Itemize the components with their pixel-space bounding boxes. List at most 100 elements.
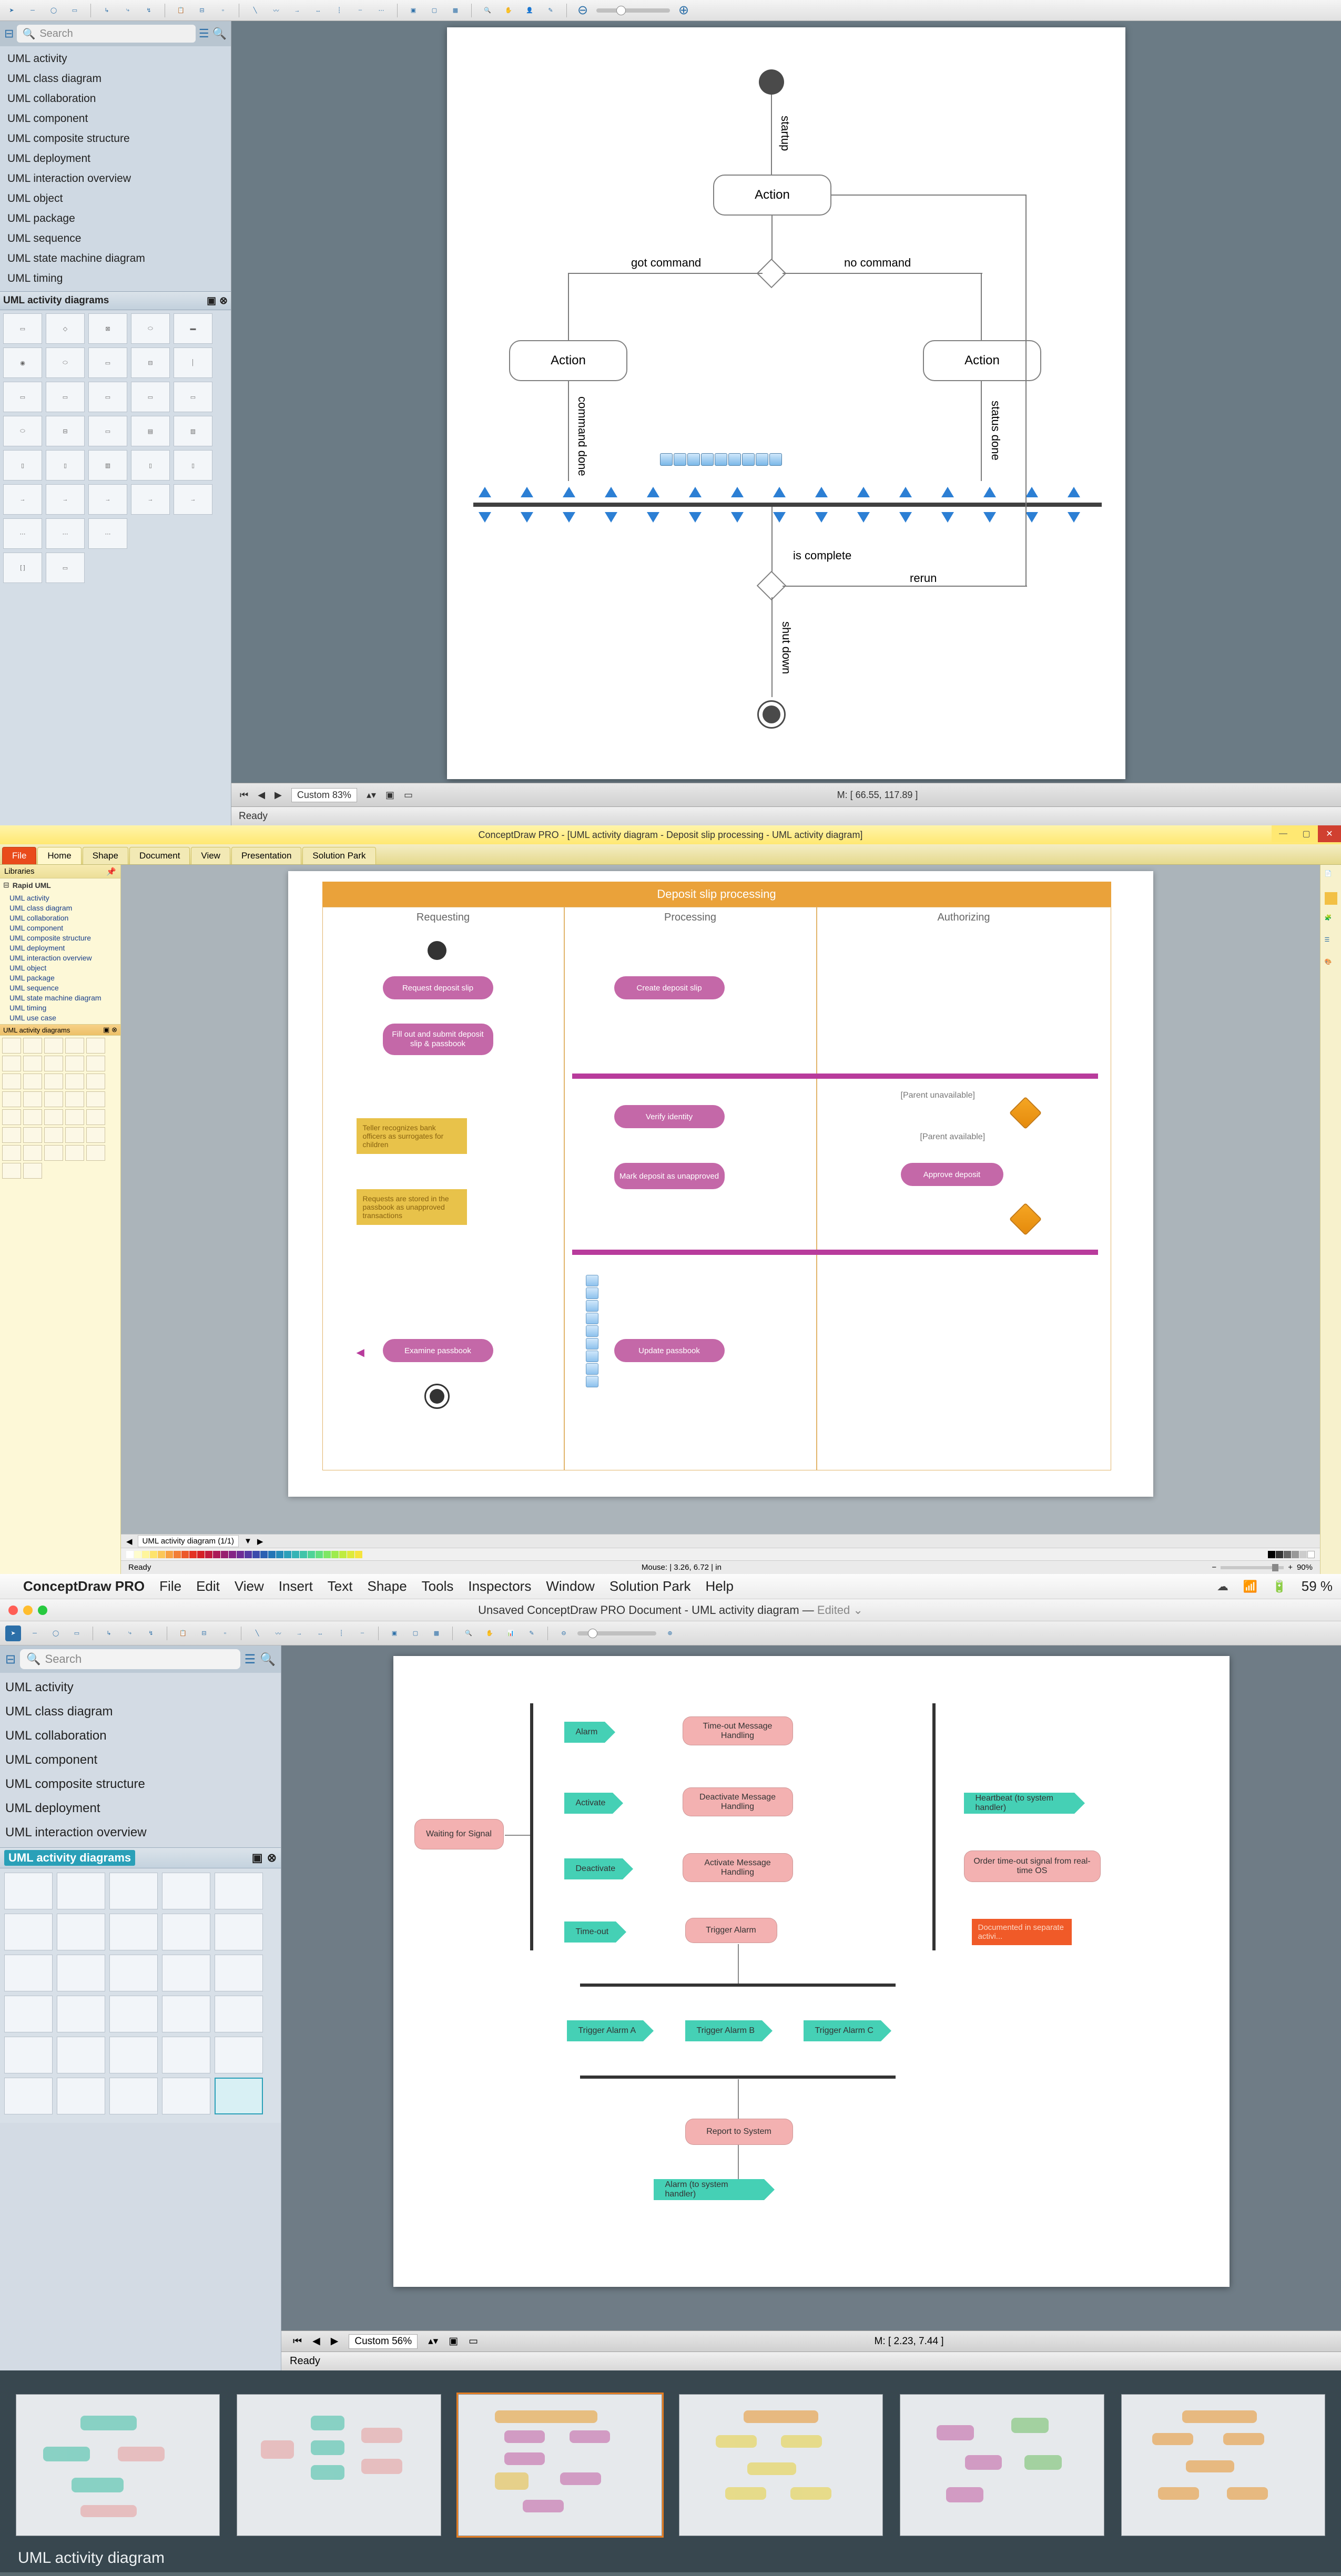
layers-icon[interactable]: ☰ xyxy=(1325,936,1337,949)
swatch[interactable] xyxy=(268,1551,276,1558)
search-input[interactable]: 🔍 Search xyxy=(17,25,195,43)
close-icon[interactable]: ⊗ xyxy=(111,1026,117,1034)
action-node[interactable]: Action xyxy=(713,175,831,216)
note[interactable]: Requests are stored in the passbook as u… xyxy=(357,1189,467,1225)
swatch[interactable] xyxy=(221,1551,228,1558)
stencil[interactable] xyxy=(215,1914,263,1950)
page-icon[interactable]: ▫ xyxy=(218,1626,232,1641)
menu-help[interactable]: Help xyxy=(705,1578,733,1594)
stencil[interactable] xyxy=(57,1873,105,1909)
stencil[interactable]: ⋯ xyxy=(3,518,42,549)
stencil[interactable] xyxy=(23,1109,42,1125)
activity[interactable]: Report to System xyxy=(685,2119,793,2145)
activity[interactable]: Deactivate Message Handling xyxy=(683,1787,793,1816)
zoom-out-icon[interactable]: − xyxy=(1212,1563,1216,1572)
arrow-icon[interactable]: → xyxy=(290,3,304,18)
signal[interactable]: Alarm (to system handler) xyxy=(654,2179,775,2200)
stencil[interactable]: ▯ xyxy=(174,450,212,481)
stencil[interactable] xyxy=(86,1056,105,1071)
connector-b-icon[interactable]: ⤷ xyxy=(123,1626,137,1641)
swatch[interactable] xyxy=(174,1551,181,1558)
connector-b-icon[interactable]: ⤷ xyxy=(120,3,135,18)
stepper-icon[interactable]: ▴▾ xyxy=(428,2335,438,2347)
lib-item[interactable]: UML composite structure xyxy=(9,934,118,942)
next-tab-icon[interactable]: ▶ xyxy=(257,1537,263,1546)
hand-icon[interactable]: ✋ xyxy=(501,3,516,18)
wifi-icon[interactable]: 📶 xyxy=(1243,1580,1257,1593)
stencil[interactable]: → xyxy=(46,484,85,515)
note[interactable]: Documented in separate activi... xyxy=(972,1919,1072,1945)
lib-item[interactable]: UML sequence xyxy=(3,231,228,246)
signal[interactable]: Activate xyxy=(564,1793,624,1814)
stencil[interactable] xyxy=(86,1145,105,1161)
align-v-icon[interactable]: ┆ xyxy=(334,1626,349,1641)
stencil[interactable] xyxy=(86,1091,105,1107)
stencil[interactable] xyxy=(109,2078,158,2114)
ellipse-tool[interactable]: ◯ xyxy=(48,1626,63,1641)
stencil[interactable] xyxy=(2,1074,21,1089)
swatch[interactable] xyxy=(316,1551,323,1558)
swatch[interactable] xyxy=(1268,1551,1275,1558)
drawing-page[interactable]: Waiting for Signal Alarm Activate Deacti… xyxy=(393,1656,1230,2287)
stencil[interactable]: ⬭ xyxy=(3,416,42,446)
arrow-icon[interactable]: → xyxy=(292,1626,307,1641)
lib-item[interactable]: UML class diagram xyxy=(5,1704,276,1719)
stencil[interactable]: ▭ xyxy=(46,553,85,583)
fit-page-icon[interactable]: ▣ xyxy=(385,790,394,801)
stencil[interactable] xyxy=(4,2037,53,2073)
expand-icon[interactable]: ▣ xyxy=(103,1026,109,1034)
menu-shape[interactable]: Shape xyxy=(367,1578,407,1594)
connector-a-icon[interactable]: ↳ xyxy=(101,1626,116,1641)
stencil[interactable] xyxy=(44,1145,63,1161)
lib-item[interactable]: UML package xyxy=(3,211,228,226)
lib-item[interactable]: UML activity xyxy=(5,1680,276,1695)
menu-tools[interactable]: Tools xyxy=(422,1578,454,1594)
swatch[interactable] xyxy=(181,1551,189,1558)
inspector-icon[interactable]: 🧩 xyxy=(1325,914,1337,927)
swatch[interactable] xyxy=(197,1551,205,1558)
signal[interactable]: Heartbeat (to system handler) xyxy=(964,1793,1085,1814)
stencil[interactable] xyxy=(86,1127,105,1143)
stencil[interactable] xyxy=(65,1074,84,1089)
tree-icon[interactable]: ⊟ xyxy=(197,1626,211,1641)
swatch[interactable] xyxy=(331,1551,339,1558)
stencil[interactable] xyxy=(44,1056,63,1071)
stencil[interactable] xyxy=(44,1091,63,1107)
prev-page-icon[interactable]: ◀ xyxy=(312,2335,320,2347)
stencil[interactable] xyxy=(2,1109,21,1125)
ungroup-icon[interactable]: ▢ xyxy=(427,3,442,18)
stencil[interactable]: ▭ xyxy=(88,347,127,378)
align-h-icon[interactable]: ┄ xyxy=(353,3,368,18)
tree-icon[interactable]: ⊟ xyxy=(5,1652,16,1667)
lib-item[interactable]: UML component xyxy=(3,111,228,126)
swatch[interactable] xyxy=(158,1551,165,1558)
front-icon[interactable]: ▩ xyxy=(429,1626,444,1641)
lib-item[interactable]: UML collaboration xyxy=(3,91,228,106)
merge-node[interactable] xyxy=(757,571,787,601)
zoom-out-icon[interactable]: ⊖ xyxy=(575,3,590,18)
prev-tab-icon[interactable]: ◀ xyxy=(126,1537,133,1546)
expand-icon[interactable]: ▣ xyxy=(252,1851,263,1865)
stencil[interactable]: ▥ xyxy=(88,450,127,481)
connector-a-icon[interactable]: ↳ xyxy=(99,3,114,18)
lib-item[interactable]: UML composite structure xyxy=(5,1777,276,1792)
lib-item[interactable]: UML sequence xyxy=(9,984,118,992)
fork-bar[interactable] xyxy=(580,1984,896,1987)
stencil[interactable]: ▭ xyxy=(3,382,42,412)
stencil[interactable]: [ ] xyxy=(3,553,42,583)
signal[interactable]: Time-out xyxy=(564,1921,627,1943)
stencil[interactable]: ▬ xyxy=(174,313,212,344)
expand-icon[interactable]: ▣ xyxy=(207,295,216,307)
rapid-uml-node[interactable]: Rapid UML xyxy=(13,881,51,890)
lib-item[interactable]: UML activity xyxy=(9,894,118,902)
stencil[interactable] xyxy=(4,1955,53,1991)
fork-bar[interactable] xyxy=(572,1074,1098,1079)
swatch[interactable] xyxy=(308,1551,315,1558)
tree-icon[interactable]: ⊟ xyxy=(195,3,209,18)
activity[interactable]: Time-out Message Handling xyxy=(683,1716,793,1745)
stencil[interactable] xyxy=(162,1873,210,1909)
drawing-page[interactable]: Deposit slip processing Requesting Proce… xyxy=(288,871,1153,1497)
stencil[interactable]: ⊟ xyxy=(46,416,85,446)
swatch[interactable] xyxy=(292,1551,299,1558)
lib-item[interactable]: UML collaboration xyxy=(5,1729,276,1743)
